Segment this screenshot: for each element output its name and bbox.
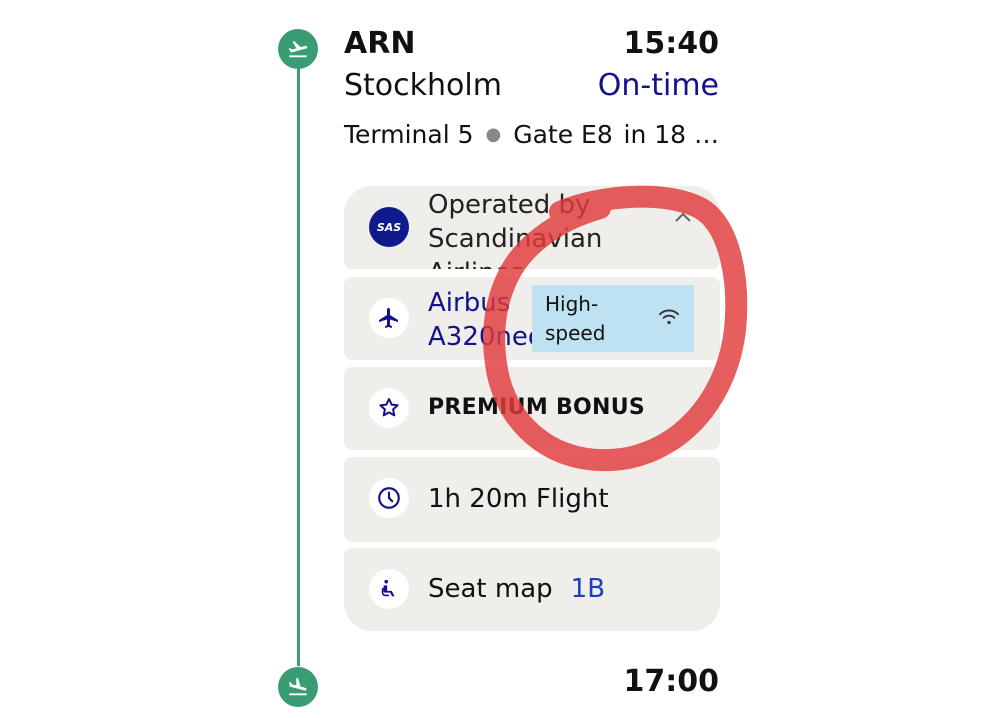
plane-landing-icon — [278, 667, 318, 707]
departure-countdown: in 18 … — [623, 119, 720, 149]
seat-number: 1B — [570, 574, 606, 604]
departure-city: Stockholm — [344, 68, 502, 103]
premium-bonus-label: PREMIUM BONUS — [428, 395, 646, 420]
seat-icon — [369, 569, 409, 609]
flight-duration-card: 1h 20m Flight — [344, 457, 720, 542]
departure-time: 15:40 — [623, 26, 720, 61]
seat-map-card[interactable]: Seat map 1B — [344, 548, 720, 631]
gate-label: Gate E8 — [513, 119, 613, 149]
flight-duration-label: 1h 20m Flight — [428, 484, 609, 514]
arrival-time: 17:00 — [623, 664, 720, 699]
timeline-line — [297, 66, 300, 666]
aircraft-model-link[interactable]: Airbus A320neo — [428, 286, 544, 354]
departure-details: Terminal 5 ● Gate E8 in 18 … — [344, 114, 719, 154]
star-icon — [369, 388, 409, 428]
chevron-up-icon[interactable] — [671, 206, 695, 230]
sas-logo: SAS — [369, 207, 409, 247]
clock-icon — [369, 478, 409, 518]
flight-status: On-time — [597, 68, 719, 103]
plane-takeoff-icon — [278, 29, 318, 69]
seat-map-row[interactable]: Seat map 1B — [428, 572, 605, 606]
wifi-label: High-speed — [545, 291, 606, 345]
sas-logo-text: SAS — [376, 220, 402, 234]
operator-label: Operated by Scandinavian Airlines — [428, 190, 603, 269]
wifi-icon — [659, 309, 679, 325]
separator-dot: ● — [485, 123, 502, 145]
operator-card[interactable]: SAS Operated by Scandinavian Airlines — [344, 186, 720, 269]
premium-bonus-card[interactable]: PREMIUM BONUS — [344, 367, 720, 450]
seat-map-label: Seat map — [428, 574, 553, 604]
departure-airport-code: ARN — [344, 26, 416, 61]
airplane-icon — [369, 298, 409, 338]
wifi-badge: High-speed — [532, 285, 694, 352]
terminal-label: Terminal 5 — [344, 119, 474, 149]
